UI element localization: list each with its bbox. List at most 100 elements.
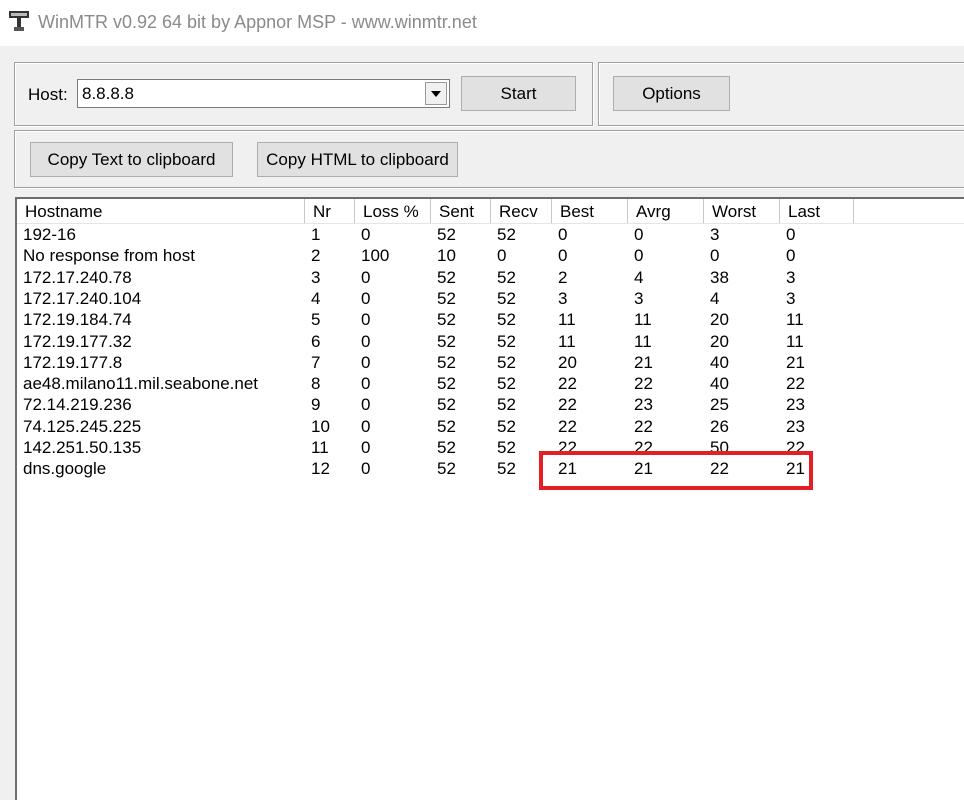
cell-last: 3	[786, 288, 796, 308]
cell-nr: 12	[311, 459, 330, 479]
cell-worst: 25	[710, 395, 729, 415]
cell-nr: 7	[311, 352, 321, 372]
cell-loss: 0	[361, 374, 371, 394]
cell-best: 11	[558, 331, 576, 351]
column-header-recv[interactable]: Recv	[491, 199, 552, 223]
table-row[interactable]: 172.19.177.8 7 0 52 52 20 21 40 21	[17, 352, 964, 373]
cell-sent: 52	[437, 310, 456, 330]
column-header-loss[interactable]: Loss %	[355, 199, 431, 223]
cell-hostname: 74.125.245.225	[23, 416, 142, 436]
cell-hostname: No response from host	[23, 246, 195, 266]
table-row[interactable]: 172.17.240.104 4 0 52 52 3 3 4 3	[17, 288, 964, 309]
cell-avrg: 22	[634, 416, 653, 436]
table-row[interactable]: 172.17.240.78 3 0 52 52 2 4 38 3	[17, 267, 964, 288]
column-header-avrg[interactable]: Avrg	[628, 199, 704, 223]
cell-loss: 0	[361, 331, 371, 351]
cell-avrg: 4	[634, 267, 644, 287]
cell-best: 22	[558, 416, 577, 436]
table-row[interactable]: 192-16 1 0 52 52 0 0 3 0	[17, 224, 964, 245]
cell-worst: 20	[710, 310, 729, 330]
column-header-sent[interactable]: Sent	[431, 199, 491, 223]
cell-loss: 0	[361, 288, 371, 308]
cell-best: 22	[558, 374, 577, 394]
cell-recv: 52	[497, 225, 516, 244]
table-row[interactable]: 172.19.177.32 6 0 52 52 11 11 20 11	[17, 331, 964, 352]
window-title: WinMTR v0.92 64 bit by Appnor MSP - www.…	[38, 12, 477, 32]
table-row[interactable]: dns.google 12 0 52 52 21 21 22 21	[17, 458, 964, 479]
cell-last: 11	[786, 331, 804, 351]
cell-nr: 11	[311, 438, 329, 457]
cell-avrg: 11	[634, 331, 652, 351]
cell-last: 23	[786, 395, 805, 415]
table-row[interactable]: 142.251.50.135 11 0 52 52 22 22 50 22	[17, 437, 964, 458]
cell-avrg: 11	[634, 310, 652, 330]
cell-nr: 4	[311, 288, 321, 308]
cell-nr: 1	[311, 225, 321, 244]
column-header-hostname[interactable]: Hostname	[17, 199, 305, 223]
cell-nr: 6	[311, 331, 321, 351]
cell-loss: 0	[361, 395, 371, 415]
column-header-best[interactable]: Best	[552, 199, 628, 223]
cell-hostname: ae48.milano11.mil.seabone.net	[23, 374, 259, 394]
table-row[interactable]: ae48.milano11.mil.seabone.net 8 0 52 52 22 22 4…	[17, 373, 964, 394]
cell-worst: 3	[710, 225, 720, 244]
cell-loss: 0	[361, 416, 371, 436]
cell-loss: 0	[361, 459, 371, 479]
cell-recv: 52	[497, 416, 516, 436]
column-header-worst[interactable]: Worst	[704, 199, 780, 223]
cell-nr: 3	[311, 267, 321, 287]
host-label: Host:	[28, 85, 68, 104]
cell-hostname: 172.17.240.78	[23, 267, 132, 287]
host-value[interactable]: 8.8.8.8	[82, 84, 134, 104]
start-button[interactable]: Start	[461, 76, 576, 111]
cell-worst: 0	[710, 246, 720, 266]
cell-last: 0	[786, 246, 796, 266]
cell-loss: 100	[361, 246, 390, 266]
column-header-nr[interactable]: Nr	[305, 199, 355, 223]
dropdown-arrow-icon[interactable]	[425, 82, 447, 105]
cell-sent: 52	[437, 395, 456, 415]
cell-best: 22	[558, 395, 577, 415]
copy-html-button[interactable]: Copy HTML to clipboard	[257, 142, 458, 177]
cell-loss: 0	[361, 438, 371, 457]
cell-recv: 52	[497, 331, 516, 351]
cell-loss: 0	[361, 352, 371, 372]
winmtr-app-icon	[8, 10, 30, 32]
column-header-last[interactable]: Last	[780, 199, 854, 223]
cell-avrg: 3	[634, 288, 644, 308]
highlight-box	[539, 451, 813, 490]
cell-recv: 0	[497, 246, 507, 266]
table-header: Hostname Nr Loss % Sent Recv Best Avrg Worst Las…	[17, 199, 964, 224]
host-combobox[interactable]: 8.8.8.8	[77, 79, 450, 108]
copy-text-button[interactable]: Copy Text to clipboard	[30, 142, 233, 177]
cell-best: 20	[558, 352, 577, 372]
cell-sent: 52	[437, 331, 456, 351]
table-row[interactable]: 74.125.245.225 10 0 52 52 22 22 26 23	[17, 416, 964, 437]
cell-last: 21	[786, 352, 805, 372]
cell-sent: 52	[437, 352, 456, 372]
cell-best: 0	[558, 225, 568, 244]
options-button[interactable]: Options	[613, 76, 730, 111]
cell-worst: 38	[710, 267, 729, 287]
cell-sent: 52	[437, 225, 456, 244]
table-row[interactable]: 172.19.184.74 5 0 52 52 11 11 20 11	[17, 309, 964, 330]
cell-last: 11	[786, 310, 804, 330]
cell-avrg: 22	[634, 374, 653, 394]
cell-sent: 52	[437, 267, 456, 287]
column-header-filler	[854, 199, 964, 223]
cell-sent: 52	[437, 416, 456, 436]
cell-hostname: 72.14.219.236	[23, 395, 132, 415]
results-table[interactable]: Hostname Nr Loss % Sent Recv Best Avrg Worst Las…	[15, 197, 964, 800]
cell-recv: 52	[497, 395, 516, 415]
cell-hostname: 142.251.50.135	[23, 438, 142, 457]
cell-best: 3	[558, 288, 568, 308]
cell-nr: 8	[311, 374, 321, 394]
title-bar: WinMTR v0.92 64 bit by Appnor MSP - www.…	[0, 0, 964, 46]
cell-last: 23	[786, 416, 805, 436]
cell-sent: 10	[437, 246, 456, 266]
cell-hostname: 172.19.177.8	[23, 352, 123, 372]
cell-recv: 52	[497, 374, 516, 394]
table-row[interactable]: No response from host 2 100 10 0 0 0 0 0	[17, 245, 964, 266]
table-row[interactable]: 72.14.219.236 9 0 52 52 22 23 25 23	[17, 394, 964, 415]
cell-nr: 9	[311, 395, 321, 415]
